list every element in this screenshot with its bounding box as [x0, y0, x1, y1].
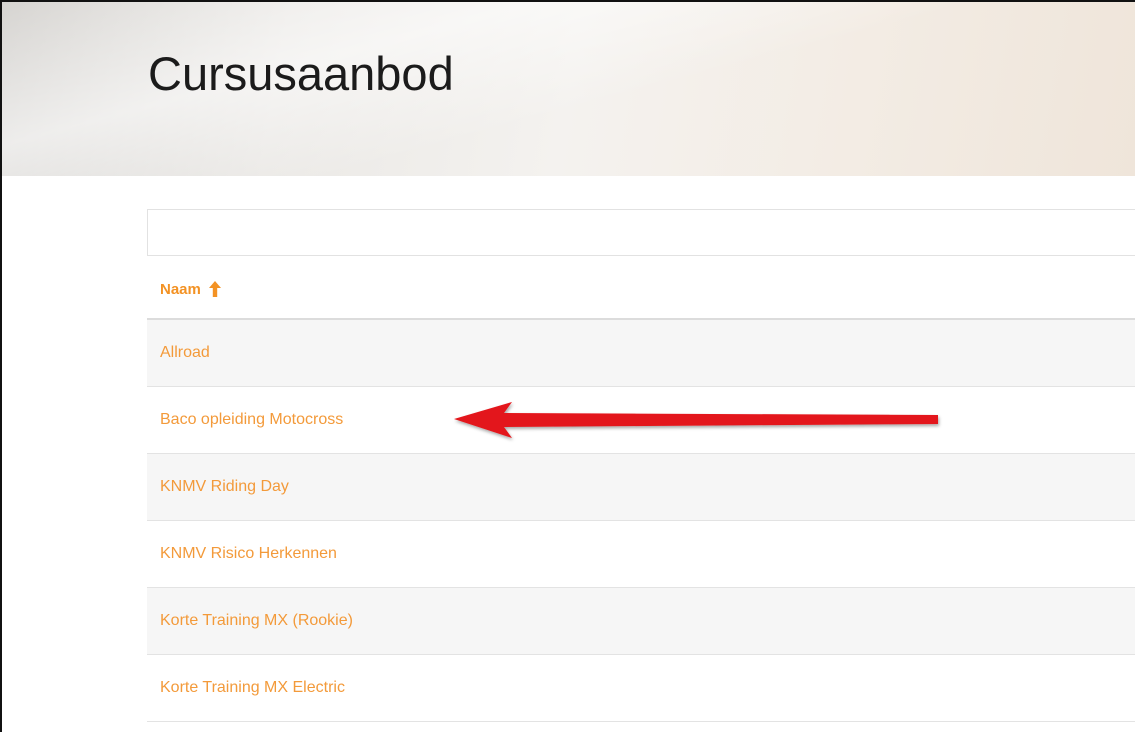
table-row: KNMV Risico Herkennen — [147, 521, 1135, 588]
course-link[interactable]: KNMV Riding Day — [160, 478, 289, 496]
course-link[interactable]: Korte Training MX (Rookie) — [160, 612, 353, 630]
arrow-up-icon — [208, 281, 221, 297]
course-link[interactable]: Baco opleiding Motocross — [160, 411, 343, 429]
table-row: Allroad — [147, 320, 1135, 387]
table-row: Korte Training MX (Rookie) — [147, 588, 1135, 655]
search-input[interactable] — [147, 209, 1135, 256]
course-table: Naam Allroad Baco opleiding Motocross KN… — [147, 260, 1135, 722]
page-title: Cursusaanbod — [148, 47, 454, 100]
course-link[interactable]: Allroad — [160, 344, 210, 362]
column-header-naam[interactable]: Naam — [147, 260, 1135, 320]
table-row: Baco opleiding Motocross — [147, 387, 1135, 454]
page-frame: Cursusaanbod Naam Allroad Baco opleiding… — [0, 0, 1135, 732]
course-link[interactable]: KNMV Risico Herkennen — [160, 545, 337, 563]
course-link[interactable]: Korte Training MX Electric — [160, 679, 345, 697]
table-row: Korte Training MX Electric — [147, 655, 1135, 722]
page-header-banner: Cursusaanbod — [2, 2, 1135, 176]
column-header-label: Naam — [160, 280, 201, 298]
table-row: KNMV Riding Day — [147, 454, 1135, 521]
